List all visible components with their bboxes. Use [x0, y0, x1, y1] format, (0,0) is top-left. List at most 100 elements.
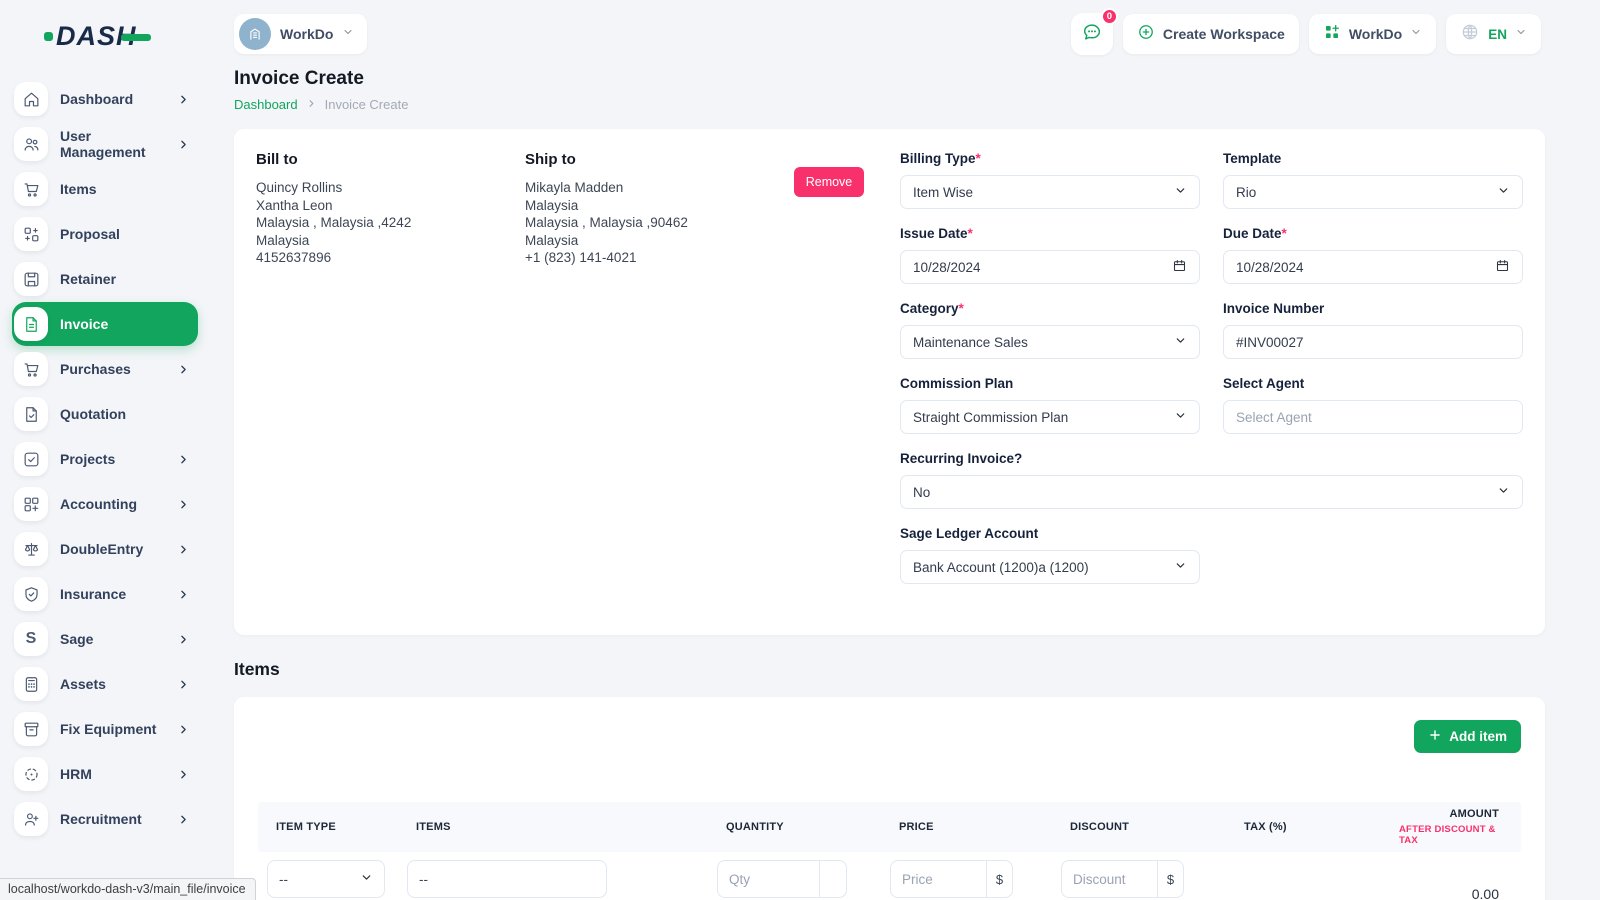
- sidebar-item-insurance[interactable]: Insurance: [12, 575, 198, 613]
- calendar-icon[interactable]: [1495, 258, 1510, 276]
- sidebar-nav: Dashboard User Management Items Proposal…: [12, 80, 210, 838]
- select-agent-input[interactable]: [1223, 400, 1523, 434]
- app-logo[interactable]: DASH: [44, 14, 210, 58]
- price-input[interactable]: [890, 860, 986, 898]
- messages-button[interactable]: 0: [1071, 13, 1113, 55]
- sidebar-item-sage[interactable]: S Sage: [12, 620, 198, 658]
- field-commission-plan: Commission Plan Straight Commission Plan: [900, 376, 1200, 434]
- sidebar: DASH Dashboard User Management Items Pro…: [0, 0, 210, 900]
- chevron-right-icon: [177, 633, 190, 646]
- grid-plus-icon: [14, 487, 48, 521]
- workspace-selector[interactable]: WorkDo: [234, 14, 367, 54]
- remove-button[interactable]: Remove: [794, 167, 864, 197]
- sidebar-item-accounting[interactable]: Accounting: [12, 485, 198, 523]
- field-recurring-invoice: Recurring Invoice? No: [900, 451, 1523, 509]
- chevron-right-icon: [177, 138, 190, 151]
- item-type-select[interactable]: --: [267, 860, 385, 898]
- field-invoice-number: Invoice Number: [1223, 301, 1523, 359]
- sidebar-item-projects[interactable]: Projects: [12, 440, 198, 478]
- field-issue-date: Issue Date* 10/28/2024: [900, 226, 1200, 284]
- item-row: -- --: [258, 852, 1521, 900]
- sidebar-item-quotation[interactable]: Quotation: [12, 395, 198, 433]
- invoice-form-fields: Billing Type* Item Wise Template Rio Iss…: [900, 151, 1523, 601]
- chevron-down-icon: [1174, 184, 1187, 200]
- page-title: Invoice Create: [234, 68, 1545, 90]
- invoice-file-icon: [14, 307, 48, 341]
- bill-to-heading: Bill to: [256, 151, 525, 168]
- file-check-icon: [14, 397, 48, 431]
- sidebar-item-invoice[interactable]: Invoice: [12, 302, 198, 346]
- items-table-header: ITEM TYPE ITEMS QUANTITY PRICE DISCOUNT …: [258, 802, 1521, 852]
- required-asterisk: *: [1282, 226, 1287, 241]
- workdo-menu-button[interactable]: WorkDo: [1309, 14, 1436, 54]
- bill-to-block: Bill to Quincy Rollins Xantha Leon Malay…: [256, 151, 525, 601]
- col-discount: DISCOUNT: [1052, 802, 1226, 852]
- chevron-right-icon: [177, 93, 190, 106]
- sidebar-item-doubleentry[interactable]: DoubleEntry: [12, 530, 198, 568]
- template-select[interactable]: Rio: [1223, 175, 1523, 209]
- sidebar-item-recruitment[interactable]: Recruitment: [12, 800, 198, 838]
- topbar-actions: 0 Create Workspace WorkDo EN: [1071, 13, 1541, 55]
- sidebar-item-retainer[interactable]: Retainer: [12, 260, 198, 298]
- sidebar-item-proposal[interactable]: Proposal: [12, 215, 198, 253]
- items-select[interactable]: --: [407, 860, 607, 898]
- breadcrumb-dashboard-link[interactable]: Dashboard: [234, 97, 298, 112]
- recurring-invoice-select[interactable]: No: [900, 475, 1523, 509]
- chevron-right-icon: [177, 498, 190, 511]
- sidebar-item-assets[interactable]: Assets: [12, 665, 198, 703]
- sidebar-item-items[interactable]: Items: [12, 170, 198, 208]
- tax-cell: [1226, 860, 1381, 900]
- calendar-icon[interactable]: [1172, 258, 1187, 276]
- discount-input[interactable]: [1061, 860, 1157, 898]
- due-date-input[interactable]: 10/28/2024: [1223, 250, 1523, 284]
- field-category: Category* Maintenance Sales: [900, 301, 1200, 359]
- browser-status-bar: localhost/workdo-dash-v3/main_file/invoi…: [0, 878, 256, 900]
- breadcrumb-current: Invoice Create: [325, 97, 409, 112]
- sage-ledger-select[interactable]: Bank Account (1200)a (1200): [900, 550, 1200, 584]
- invoice-form-card: Bill to Quincy Rollins Xantha Leon Malay…: [234, 129, 1545, 635]
- sidebar-item-hrm[interactable]: HRM: [12, 755, 198, 793]
- invoice-number-input[interactable]: [1223, 325, 1523, 359]
- chevron-right-icon: [177, 453, 190, 466]
- price-group: $: [890, 860, 1052, 898]
- sidebar-item-purchases[interactable]: Purchases: [12, 350, 198, 388]
- amount-subheader: AFTER DISCOUNT & TAX: [1399, 824, 1499, 846]
- chevron-down-icon: [1174, 334, 1187, 350]
- sidebar-item-dashboard[interactable]: Dashboard: [12, 80, 198, 118]
- price-currency-addon: $: [986, 860, 1013, 898]
- billing-type-select[interactable]: Item Wise: [900, 175, 1200, 209]
- add-item-button[interactable]: Add item: [1414, 720, 1521, 753]
- sidebar-item-user-management[interactable]: User Management: [12, 125, 198, 163]
- chevron-right-icon: [177, 768, 190, 781]
- commission-plan-select[interactable]: Straight Commission Plan: [900, 400, 1200, 434]
- breadcrumb: Dashboard Invoice Create: [234, 97, 1545, 112]
- discount-group: $: [1061, 860, 1226, 898]
- chevron-down-icon: [1174, 409, 1187, 425]
- quantity-input[interactable]: [717, 860, 819, 898]
- create-workspace-button[interactable]: Create Workspace: [1123, 14, 1299, 54]
- chevron-right-icon: [177, 543, 190, 556]
- chevron-down-icon: [1497, 484, 1510, 500]
- field-select-agent: Select Agent: [1223, 376, 1523, 434]
- balance-scale-icon: [14, 532, 48, 566]
- ship-to-block: Ship to Mikayla Madden Malaysia Malaysia…: [525, 151, 794, 601]
- chat-icon: [1081, 21, 1103, 48]
- field-due-date: Due Date* 10/28/2024: [1223, 226, 1523, 284]
- required-asterisk: *: [968, 226, 973, 241]
- chevron-down-icon: [1410, 25, 1422, 43]
- sidebar-item-fix-equipment[interactable]: Fix Equipment: [12, 710, 198, 748]
- language-selector[interactable]: EN: [1446, 14, 1541, 54]
- chevron-right-icon: [177, 588, 190, 601]
- field-sage-ledger: Sage Ledger Account Bank Account (1200)a…: [900, 526, 1200, 584]
- field-template: Template Rio: [1223, 151, 1523, 209]
- cart-icon: [14, 352, 48, 386]
- field-billing-type: Billing Type* Item Wise: [900, 151, 1200, 209]
- category-select[interactable]: Maintenance Sales: [900, 325, 1200, 359]
- issue-date-input[interactable]: 10/28/2024: [900, 250, 1200, 284]
- col-quantity: QUANTITY: [708, 802, 881, 852]
- workspace-avatar: [239, 18, 271, 50]
- remove-wrap: Remove: [794, 151, 900, 601]
- chevron-right-icon: [177, 723, 190, 736]
- calculator-icon: [14, 667, 48, 701]
- col-price: PRICE: [881, 802, 1052, 852]
